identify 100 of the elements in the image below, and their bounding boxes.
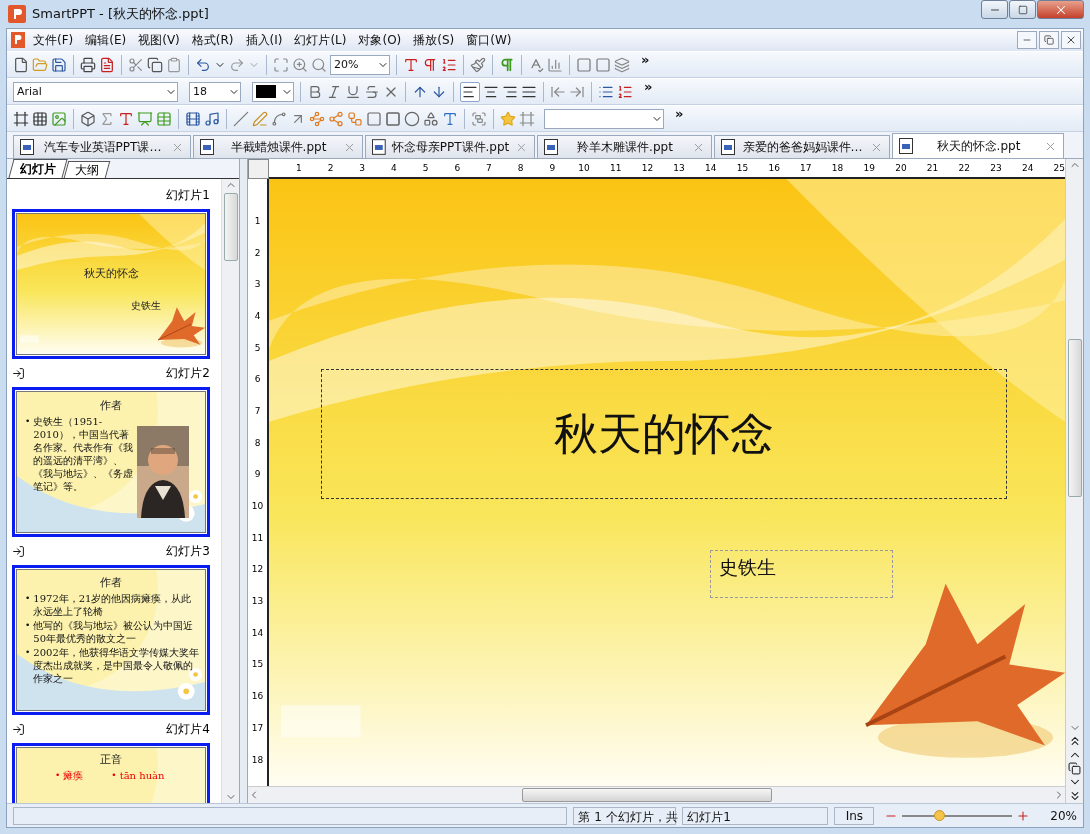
vertical-scrollbar[interactable]: [1065, 159, 1083, 803]
connector-icon[interactable]: [347, 110, 363, 127]
menu-item[interactable]: 插入(I): [239, 31, 289, 49]
circle-icon[interactable]: [404, 110, 420, 127]
transition-icon[interactable]: [12, 722, 25, 736]
slide-thumbnail[interactable]: 正音 • 瘫痪 • tān huàn: [12, 743, 210, 803]
document-tab[interactable]: 汽车专业英语PPT课…: [13, 135, 191, 158]
rounded-rectangle-icon[interactable]: [385, 110, 401, 127]
document-tab[interactable]: 羚羊木雕课件.ppt: [537, 135, 712, 158]
curve-icon[interactable]: [271, 110, 287, 127]
scroll-thumb[interactable]: [522, 788, 772, 802]
scissors-icon[interactable]: [128, 56, 144, 73]
pilcrow-icon[interactable]: [422, 56, 438, 73]
layers-icon[interactable]: [614, 56, 630, 73]
subtitle-placeholder[interactable]: 史铁生: [710, 550, 893, 598]
slide-icon[interactable]: [137, 110, 153, 127]
line-icon[interactable]: [233, 110, 249, 127]
letter-icon[interactable]: [403, 56, 419, 73]
menu-item[interactable]: 文件(F): [27, 31, 80, 49]
menu-item[interactable]: 幻灯片(L): [288, 31, 353, 49]
minimize-button[interactable]: [981, 0, 1008, 19]
font-size-dropdown[interactable]: 18: [189, 81, 241, 102]
film-icon[interactable]: [185, 110, 201, 127]
shapes-icon[interactable]: [423, 110, 439, 127]
object-icon[interactable]: [80, 110, 96, 127]
spellcheck-icon[interactable]: [528, 56, 544, 73]
panel-tab[interactable]: 大纲: [63, 161, 111, 178]
italic-icon[interactable]: [326, 83, 342, 100]
strikethrough-icon[interactable]: [364, 83, 380, 100]
bold-icon[interactable]: [307, 83, 323, 100]
numbered-list-icon[interactable]: [441, 56, 457, 73]
document-tab[interactable]: 亲爱的爸爸妈妈课件…: [714, 135, 890, 158]
letter-icon[interactable]: [118, 110, 134, 127]
document-icon[interactable]: [99, 56, 115, 73]
pencil-icon[interactable]: [252, 110, 268, 127]
underline-icon[interactable]: [345, 83, 361, 100]
document-tab[interactable]: 秋天的怀念.ppt: [892, 133, 1064, 158]
undo-icon[interactable]: [195, 56, 211, 73]
transition-icon[interactable]: [12, 366, 25, 380]
close-button[interactable]: [1037, 0, 1084, 19]
splitter-bar[interactable]: [240, 159, 248, 803]
style-dropdown[interactable]: [544, 108, 664, 129]
zoom-in-icon[interactable]: [292, 56, 308, 73]
ruler-corner-button[interactable]: [248, 159, 269, 179]
square-icon[interactable]: [595, 56, 611, 73]
word-art-icon[interactable]: [442, 110, 458, 127]
numbered-list-icon[interactable]: [617, 83, 633, 100]
printer-icon[interactable]: [80, 56, 96, 73]
slide-title: 秋天的怀念: [554, 406, 774, 461]
connector-icon[interactable]: [309, 110, 325, 127]
image-icon[interactable]: [51, 110, 67, 127]
clipboard-icon[interactable]: [166, 56, 182, 73]
close-icon[interactable]: [1065, 34, 1077, 46]
menu-item[interactable]: 播放(S): [407, 31, 461, 49]
table-icon[interactable]: [32, 110, 48, 127]
connector-icon[interactable]: [328, 110, 344, 127]
minimize-document-button[interactable]: [1017, 31, 1037, 49]
star-icon[interactable]: [500, 110, 516, 127]
panel-tab[interactable]: 幻灯片: [8, 159, 68, 178]
brush-icon[interactable]: [470, 56, 486, 73]
maximize-icon[interactable]: [1017, 4, 1028, 15]
document-tab[interactable]: 半截蜡烛课件.ppt: [193, 135, 363, 158]
title-placeholder[interactable]: 秋天的怀念: [321, 369, 1007, 499]
slide-thumbnail[interactable]: 秋天的怀念 史铁生: [12, 209, 210, 359]
square-icon[interactable]: [576, 56, 592, 73]
menu-item[interactable]: 视图(V): [132, 31, 186, 49]
file-icon[interactable]: [13, 56, 29, 73]
font-dropdown[interactable]: Arial: [13, 81, 178, 102]
slides-icon[interactable]: [1068, 762, 1081, 775]
horizontal-scrollbar[interactable]: [248, 786, 1065, 803]
restore-icon[interactable]: [1044, 35, 1054, 45]
rectangle-icon[interactable]: [366, 110, 382, 127]
group-icon[interactable]: [471, 110, 487, 127]
menu-item[interactable]: 编辑(E): [79, 31, 133, 49]
scroll-thumb[interactable]: [223, 193, 238, 261]
zoom-slider-thumb[interactable]: [933, 809, 945, 821]
search-icon[interactable]: [311, 56, 327, 73]
restore-document-button[interactable]: [1039, 31, 1059, 49]
maximize-button[interactable]: [1009, 0, 1036, 19]
document-tab[interactable]: 怀念母亲PPT课件.ppt: [365, 135, 535, 158]
ruler-number: 9: [254, 468, 261, 482]
thumbnail-title: 作者: [100, 575, 122, 590]
menu-item[interactable]: 对象(O): [352, 31, 408, 49]
font-color-dropdown[interactable]: [252, 81, 294, 102]
more-tools-button[interactable]: »: [644, 79, 653, 94]
pilcrow-icon[interactable]: [499, 56, 515, 73]
slide-thumbnail[interactable]: 作者 • 1972年，21岁的他因病瘫痪，从此永远坐上了轮椅 • 他写的《我与地坛》被公认为中国近50年最优秀的散文之一 • 2002年，他获得华语文学传媒大奖年度杰出成就奖，是中国最令人敬佩的作家之一: [12, 565, 210, 715]
transition-icon[interactable]: [12, 544, 25, 558]
close-document-button[interactable]: [1061, 31, 1081, 49]
scroll-thumb[interactable]: [1067, 339, 1082, 497]
copy-icon[interactable]: [147, 56, 163, 73]
more-tools-button[interactable]: »: [675, 106, 684, 121]
zoom-in-icon[interactable]: [1016, 808, 1031, 823]
menu-item[interactable]: 格式(R): [185, 31, 240, 49]
menu-item[interactable]: 窗口(W): [460, 31, 518, 49]
redo-icon[interactable]: [229, 56, 245, 73]
more-tools-button[interactable]: »: [641, 52, 650, 67]
zoom-dropdown[interactable]: 20%: [330, 54, 390, 75]
music-icon[interactable]: [204, 110, 220, 127]
bar-chart-icon[interactable]: [547, 56, 563, 73]
